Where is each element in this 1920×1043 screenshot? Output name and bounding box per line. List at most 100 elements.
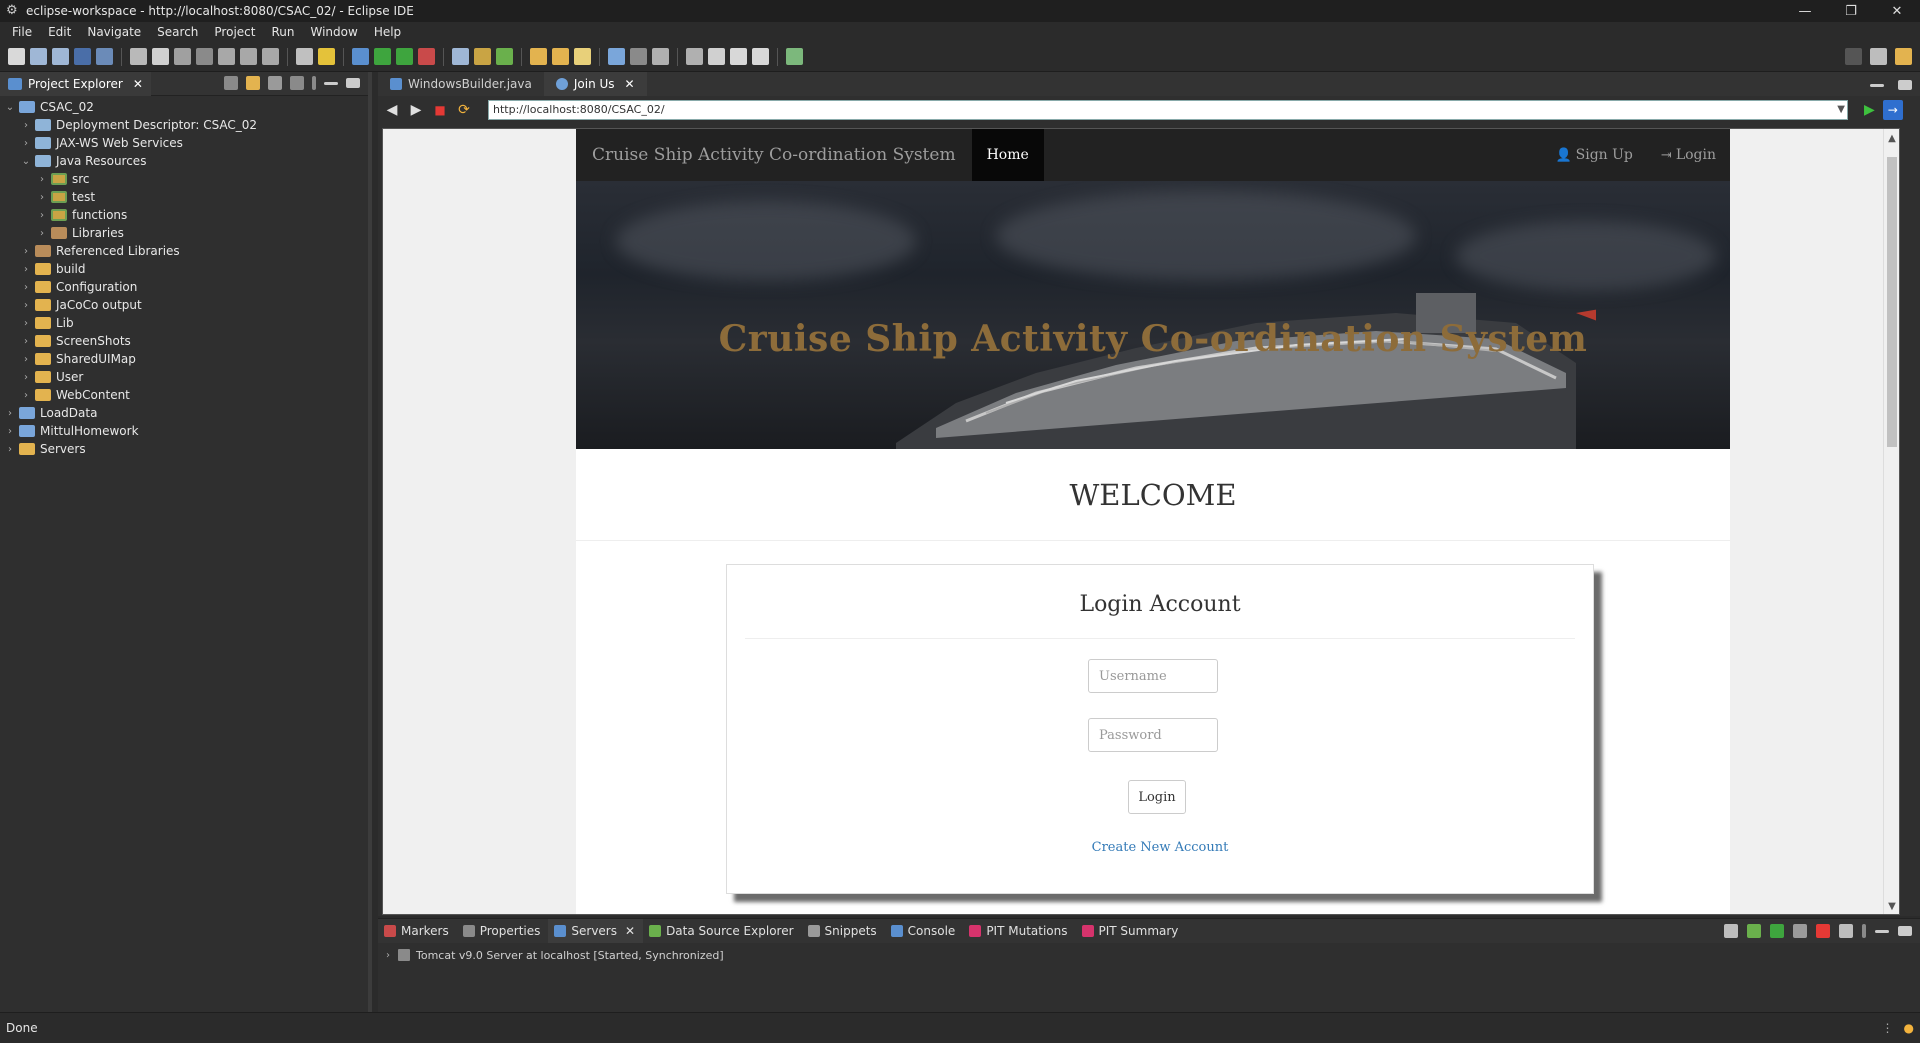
open-type-icon[interactable] — [530, 48, 547, 65]
annotation-icon[interactable] — [652, 48, 669, 65]
status-menu-icon[interactable]: ⋮ — [1882, 1021, 1894, 1035]
stop-server-icon[interactable] — [1816, 924, 1830, 938]
expand-arrow-icon[interactable]: › — [386, 950, 390, 961]
tab-markers[interactable]: Markers — [378, 919, 457, 943]
menu-run[interactable]: Run — [263, 25, 302, 39]
open-perspective-icon[interactable] — [296, 48, 313, 65]
tab-data-source-explorer[interactable]: Data Source Explorer — [643, 919, 801, 943]
nav-login-link[interactable]: ⇥ Login — [1661, 147, 1716, 163]
tree-item[interactable]: › build — [0, 260, 368, 278]
restore-button[interactable]: ❐ — [1828, 0, 1874, 22]
chevron-right-icon[interactable]: › — [4, 408, 16, 419]
chevron-right-icon[interactable]: › — [20, 120, 32, 131]
chevron-down-icon[interactable]: ⌄ — [4, 102, 16, 113]
new-java-project-icon[interactable] — [452, 48, 469, 65]
save-all-icon[interactable] — [52, 48, 69, 65]
menu-search[interactable]: Search — [149, 25, 206, 39]
tree-item[interactable]: › User — [0, 368, 368, 386]
start-server-icon[interactable] — [1770, 924, 1784, 938]
scroll-up-icon[interactable]: ▲ — [1884, 133, 1899, 144]
skip-breakpoints-icon[interactable] — [96, 48, 113, 65]
tree-item[interactable]: › WebContent — [0, 386, 368, 404]
scroll-down-icon[interactable]: ▼ — [1884, 901, 1899, 912]
filter-icon[interactable] — [268, 76, 282, 90]
search-icon[interactable] — [1845, 48, 1862, 65]
new-package-icon[interactable] — [474, 48, 491, 65]
chevron-right-icon[interactable]: › — [36, 174, 48, 185]
chevron-right-icon[interactable]: › — [20, 336, 32, 347]
chevron-right-icon[interactable]: › — [20, 282, 32, 293]
tree-item[interactable]: › Servers — [0, 440, 368, 458]
debug-icon[interactable] — [352, 48, 369, 65]
search-tool-icon[interactable] — [574, 48, 591, 65]
back-arrow-icon[interactable]: ◀ — [384, 102, 400, 118]
tab-windowsbuilder-java[interactable]: WindowsBuilder.java — [378, 72, 544, 96]
resume-icon[interactable] — [130, 48, 147, 65]
forward-icon[interactable] — [752, 48, 769, 65]
debug-server-icon[interactable] — [1747, 924, 1761, 938]
minimize-view-icon[interactable] — [1875, 930, 1889, 933]
tree-item[interactable]: › JaCoCo output — [0, 296, 368, 314]
refresh-icon[interactable]: ⟳ — [456, 102, 472, 118]
new-class-icon[interactable] — [496, 48, 513, 65]
chevron-right-icon[interactable]: › — [20, 264, 32, 275]
open-perspective-window-icon[interactable] — [1870, 48, 1887, 65]
minimize-view-icon[interactable] — [324, 82, 338, 85]
tree-item[interactable]: › functions — [0, 206, 368, 224]
save-icon[interactable] — [30, 48, 47, 65]
close-window-button[interactable]: ✕ — [1874, 0, 1920, 22]
chevron-right-icon[interactable]: › — [4, 444, 16, 455]
menu-window[interactable]: Window — [302, 25, 365, 39]
tab-pit-mutations[interactable]: PIT Mutations — [963, 919, 1075, 943]
chevron-right-icon[interactable]: › — [20, 372, 32, 383]
chevron-right-icon[interactable]: › — [36, 210, 48, 221]
menu-edit[interactable]: Edit — [40, 25, 79, 39]
chevron-right-icon[interactable]: › — [20, 318, 32, 329]
tree-item[interactable]: › test — [0, 188, 368, 206]
publish-icon[interactable] — [1839, 924, 1853, 938]
maximize-editor-icon[interactable] — [1898, 80, 1912, 90]
focus-icon[interactable] — [290, 76, 304, 90]
terminal-icon[interactable] — [74, 48, 91, 65]
pin-editor-icon[interactable] — [786, 48, 803, 65]
chevron-right-icon[interactable]: › — [20, 246, 32, 257]
tab-properties[interactable]: Properties — [457, 919, 549, 943]
menu-file[interactable]: File — [4, 25, 40, 39]
chevron-right-icon[interactable]: › — [20, 138, 32, 149]
last-edit-icon[interactable] — [708, 48, 725, 65]
tree-item[interactable]: › src — [0, 170, 368, 188]
external-tools-icon[interactable] — [418, 48, 435, 65]
terminate-icon[interactable] — [174, 48, 191, 65]
tab-servers[interactable]: Servers ✕ — [548, 919, 644, 943]
disconnect-icon[interactable] — [196, 48, 213, 65]
tree-item[interactable]: ⌄ CSAC_02 — [0, 98, 368, 116]
tree-item[interactable]: ⌄ Java Resources — [0, 152, 368, 170]
back-icon[interactable] — [730, 48, 747, 65]
tree-item[interactable]: › JAX-WS Web Services — [0, 134, 368, 152]
web-browser-icon[interactable] — [608, 48, 625, 65]
go-icon[interactable]: ▶ — [1864, 102, 1875, 118]
tab-project-explorer[interactable]: Project Explorer ✕ — [0, 71, 151, 96]
tree-item[interactable]: › Lib — [0, 314, 368, 332]
page-scrollbar[interactable]: ▲ ▼ — [1883, 129, 1899, 914]
collapse-icon[interactable] — [1724, 924, 1738, 938]
site-brand[interactable]: Cruise Ship Activity Co-ordination Syste… — [576, 145, 972, 165]
tab-join-us[interactable]: Join Us ✕ — [543, 72, 647, 96]
open-task-icon[interactable] — [552, 48, 569, 65]
tip-icon[interactable]: ● — [1904, 1021, 1914, 1035]
chevron-right-icon[interactable]: › — [20, 300, 32, 311]
close-icon[interactable]: ✕ — [625, 77, 635, 91]
chevron-right-icon[interactable]: › — [4, 426, 16, 437]
tree-item[interactable]: › Libraries — [0, 224, 368, 242]
tab-console[interactable]: Console — [885, 919, 964, 943]
tree-item[interactable]: › Deployment Descriptor: CSAC_02 — [0, 116, 368, 134]
build-icon[interactable] — [318, 48, 335, 65]
suspend-icon[interactable] — [152, 48, 169, 65]
tree-item[interactable]: › Configuration — [0, 278, 368, 296]
maximize-view-icon[interactable] — [346, 78, 360, 88]
tab-snippets[interactable]: Snippets — [802, 919, 885, 943]
coverage-icon[interactable] — [396, 48, 413, 65]
create-account-label[interactable]: Create New Account — [1092, 840, 1229, 855]
scrollbar-thumb[interactable] — [1887, 157, 1897, 447]
menu-help[interactable]: Help — [366, 25, 409, 39]
